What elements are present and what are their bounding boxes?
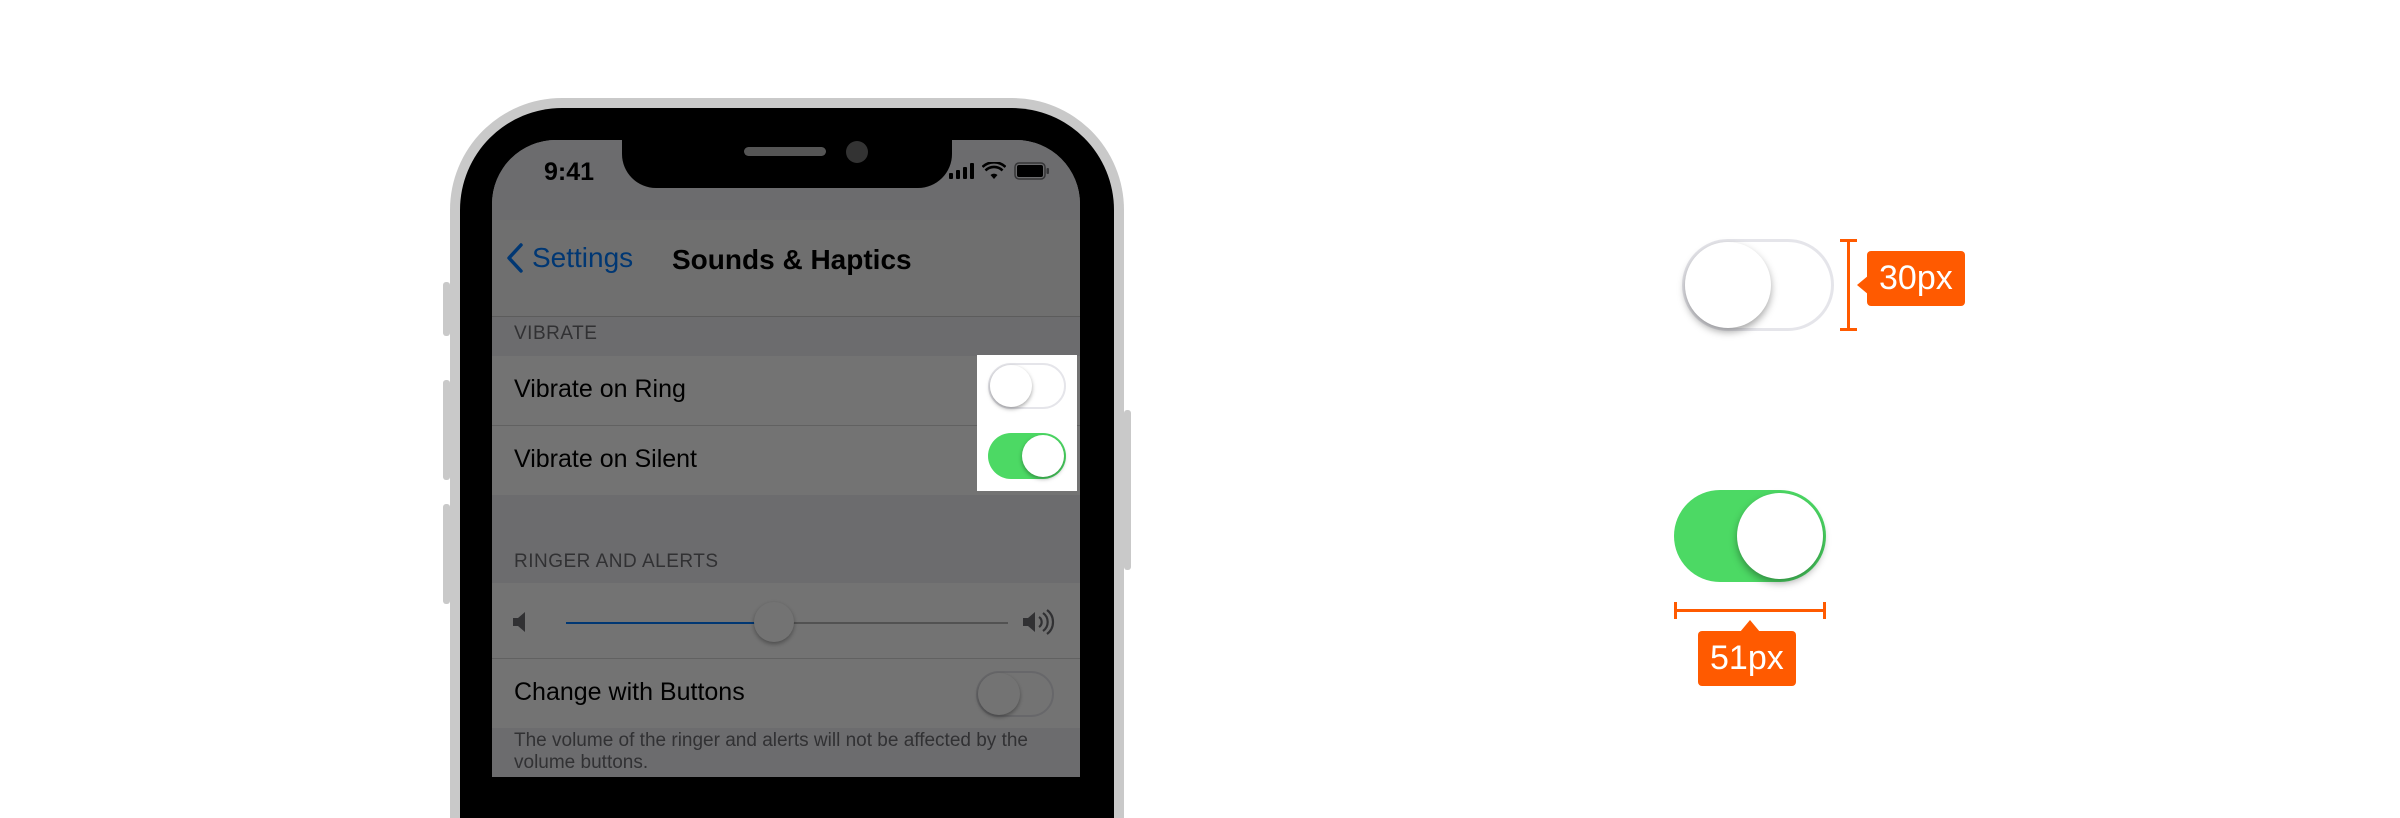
width-measure-cap-left [1674,602,1677,619]
width-label: 51px [1698,631,1796,686]
footer-note: The volume of the ringer and alerts will… [514,730,1029,773]
toggle-knob [1737,493,1823,579]
cell-label: Change with Buttons [514,678,745,706]
width-measure-line [1674,609,1826,612]
volume-slider-fill [566,622,774,624]
height-measure-cap-top [1840,239,1857,242]
height-measure-cap-bottom [1840,328,1857,331]
mute-switch [443,282,450,336]
signal-icon [949,163,974,179]
cell-change-with-buttons[interactable]: Change with Buttons [492,659,1080,728]
volume-slider-thumb[interactable] [753,602,794,642]
status-time: 9:41 [544,158,595,186]
back-button-label: Settings [532,242,634,273]
toggle-knob [1685,242,1771,328]
volume-slider[interactable] [566,602,1008,642]
toggle-on-large [1674,490,1826,582]
toggle-knob [990,365,1032,407]
power-button [1124,410,1131,570]
wifi-icon [982,162,1006,179]
speaker-low-icon [513,612,525,632]
toggle-knob [978,673,1020,715]
front-camera [846,141,868,163]
height-label-pointer [1857,275,1869,295]
section-header-vibrate: VIBRATE [514,323,598,344]
height-measure-line [1847,239,1850,331]
toggle-highlight [977,355,1077,491]
toggle-off-large [1682,239,1834,331]
cell-label: Vibrate on Ring [514,375,686,403]
back-button[interactable]: Settings [506,242,633,274]
earpiece-speaker [744,147,826,156]
status-icons [949,162,1050,180]
cell-label: Vibrate on Silent [514,445,697,473]
width-measure-cap-right [1823,602,1826,619]
section-header-ringer: RINGER AND ALERTS [514,551,719,572]
toggle-knob [1022,435,1064,477]
height-label: 30px [1867,251,1965,306]
cell-volume-slider [492,583,1080,659]
navigation-bar: Settings Sounds & Haptics [492,220,1080,317]
chevron-left-icon [507,243,523,273]
vibrate-on-ring-toggle[interactable] [988,363,1066,409]
page-title: Sounds & Haptics [672,244,912,275]
volume-up-button [443,380,450,480]
vibrate-on-silent-toggle[interactable] [988,433,1066,479]
battery-icon [1014,162,1049,180]
speaker-high-icon [1023,609,1055,635]
volume-down-button [443,504,450,604]
change-with-buttons-toggle[interactable] [976,671,1054,717]
